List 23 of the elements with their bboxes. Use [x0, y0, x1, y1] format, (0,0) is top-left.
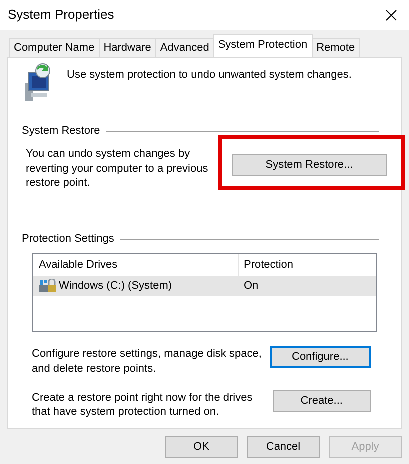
- description-text: Configure restore settings, manage disk space, and delete restore points.: [32, 347, 263, 376]
- tab[interactable]: System Protection: [213, 34, 313, 57]
- dialog-button[interactable]: Cancel: [247, 436, 320, 458]
- drive-name: Windows (C:) (System): [59, 279, 172, 294]
- close-icon[interactable]: [386, 10, 397, 20]
- group-heading: System Restore: [22, 124, 100, 138]
- system-restore-button[interactable]: System Restore...: [232, 154, 387, 176]
- description-text: You can undo system changes by reverting your computer to a previous restore point.: [26, 147, 210, 190]
- drive-row[interactable]: Windows (C:) (System) On: [33, 276, 376, 296]
- create-button[interactable]: Create...: [272, 390, 371, 412]
- drive-icon: [39, 279, 57, 294]
- intro-text: Use system protection to undo unwanted system changes.: [67, 68, 352, 82]
- description-text: Create a restore point right now for the drives that have system protection turned on.: [32, 391, 254, 420]
- window-title: System Properties: [8, 6, 114, 24]
- protection-status: On: [243, 279, 259, 294]
- tab[interactable]: Remote: [312, 38, 360, 57]
- column-header[interactable]: Protection: [239, 258, 294, 273]
- group-heading: Protection Settings: [22, 232, 114, 246]
- computer-shield-icon: [23, 63, 51, 103]
- column-header[interactable]: Available Drives: [39, 258, 118, 273]
- configure-button[interactable]: Configure...: [270, 346, 371, 368]
- tab[interactable]: Computer Name: [9, 38, 100, 57]
- dialog-button[interactable]: OK: [165, 436, 238, 458]
